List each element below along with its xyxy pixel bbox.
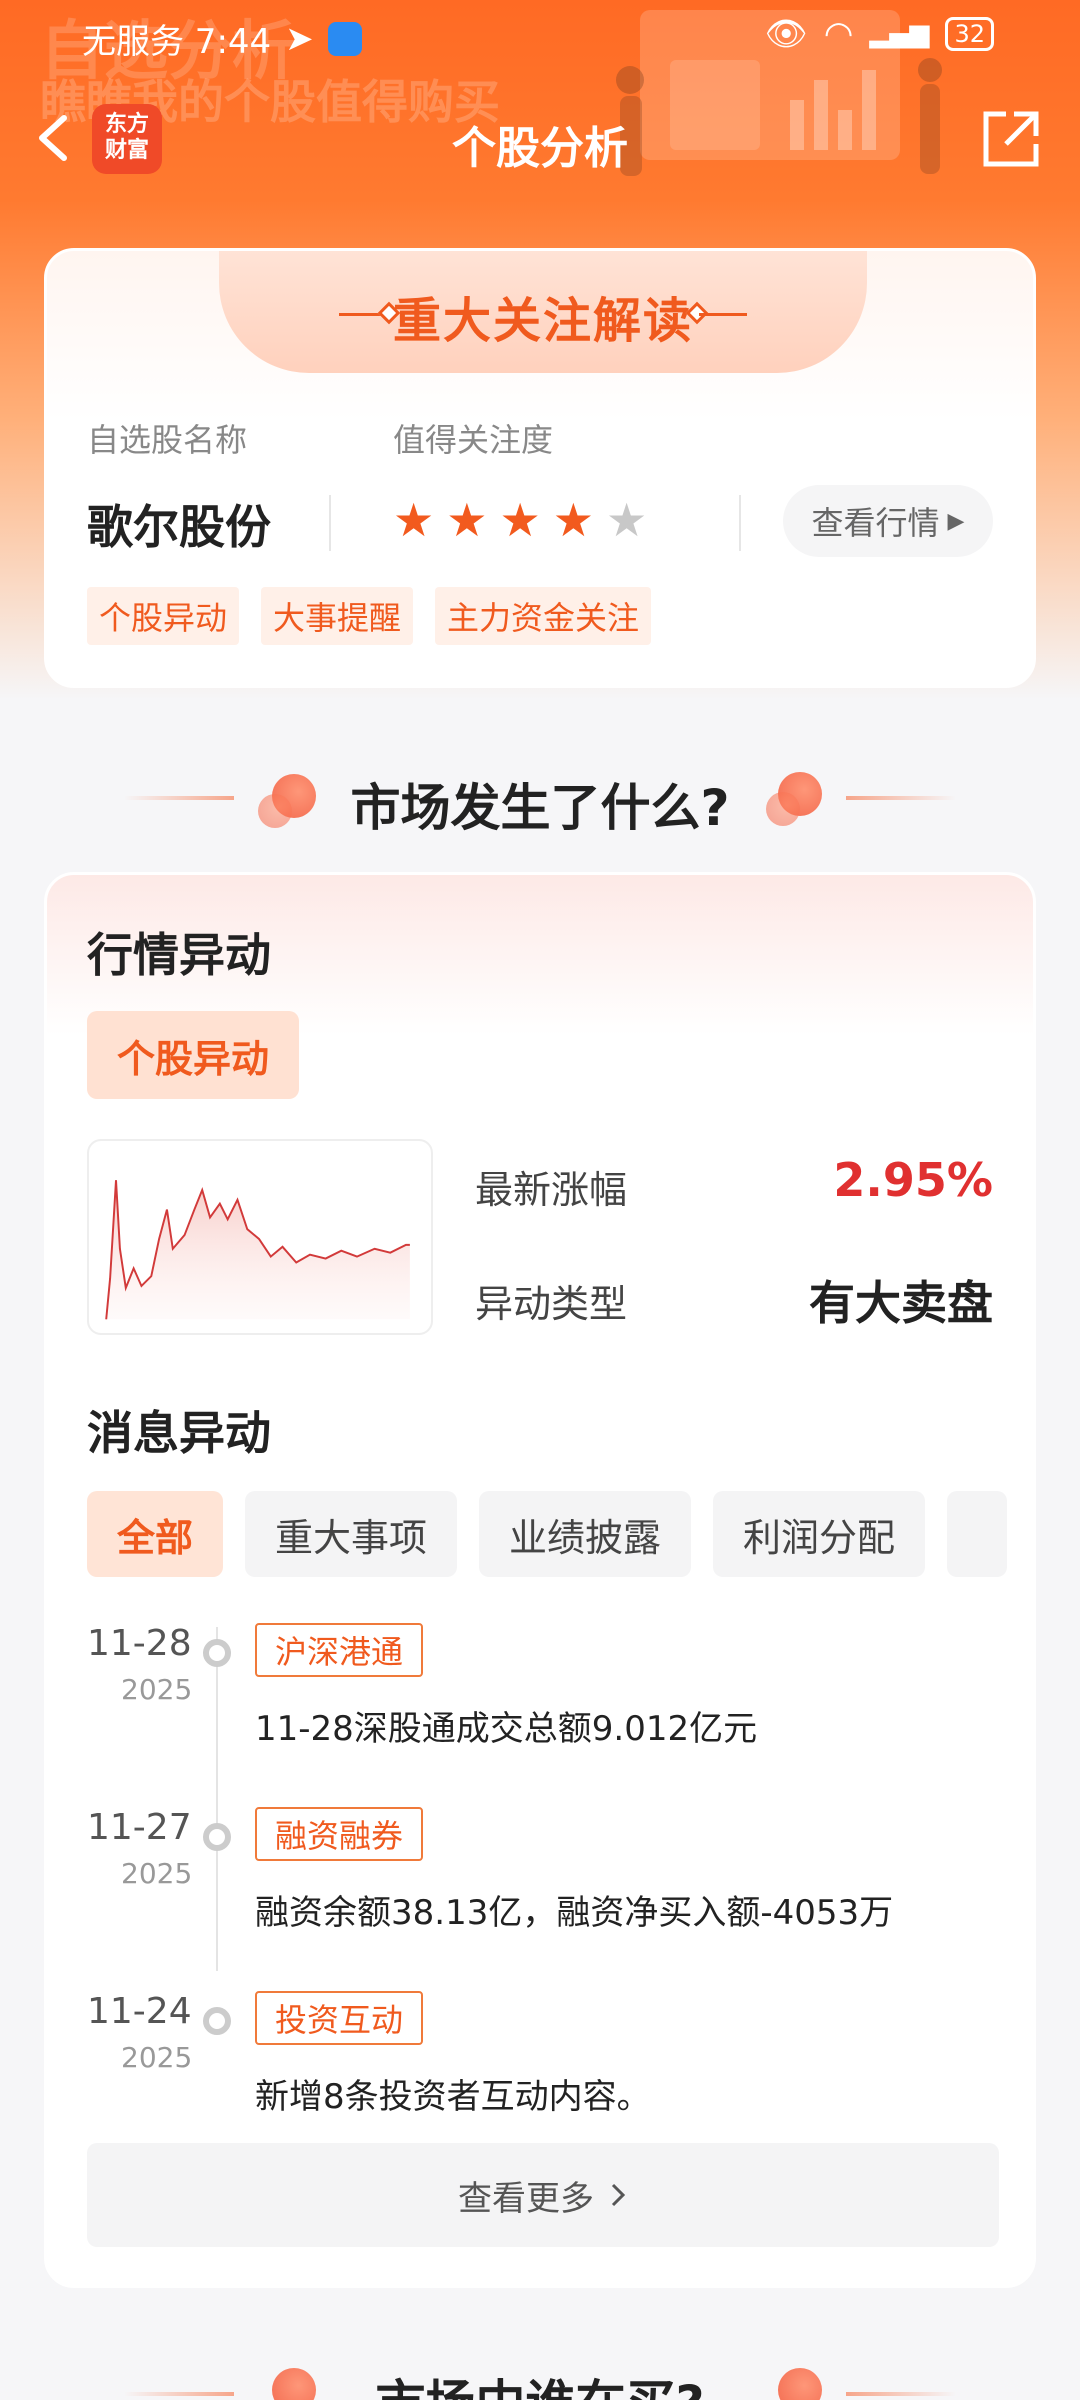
view-quote-label: 查看行情 <box>811 504 940 542</box>
news-year: 2025 <box>121 1673 193 1706</box>
news-year: 2025 <box>121 1857 193 1890</box>
news-text: 11-28深股通成交总额9.012亿元 <box>255 1709 758 1749</box>
attention-label: 值得关注度 <box>393 421 554 459</box>
stock-name: 歌尔股份 <box>87 500 271 554</box>
deco-line <box>846 2392 956 2396</box>
timeline-dot <box>203 2007 231 2035</box>
news-date: 11-27 <box>87 1807 192 1848</box>
view-quote-button[interactable]: 查看行情 ▶ <box>783 485 993 557</box>
stock-name-label: 自选股名称 <box>87 421 248 459</box>
anomaly-type-value: 有大卖盘 <box>809 1276 993 1330</box>
deco-ball <box>766 792 800 826</box>
tag-stock-anomaly[interactable]: 个股异动 <box>87 587 240 645</box>
filter-earnings[interactable]: 业绩披露 <box>479 1491 692 1577</box>
filter-dividends[interactable]: 利润分配 <box>713 1491 926 1577</box>
anomaly-type-label: 异动类型 <box>475 1282 628 1326</box>
news-tag: 融资融券 <box>255 1807 424 1861</box>
view-more-label: 查看更多 <box>458 2178 594 2219</box>
news-filter-tabs: 全部 重大事项 业绩披露 利润分配 <box>87 1491 1033 1577</box>
filter-major-events[interactable]: 重大事项 <box>245 1491 458 1577</box>
deco-line <box>699 313 747 316</box>
focus-card: 重大关注解读 自选股名称 值得关注度 歌尔股份 ★ ★ ★ ★ ★ 查看行情 ▶ 个股异… <box>44 248 1036 688</box>
share-icon[interactable] <box>976 104 1046 174</box>
focus-card-header: 重大关注解读 <box>219 251 867 373</box>
star-filled-icon: ★ <box>446 493 488 547</box>
wifi-icon: ◠ <box>823 14 854 54</box>
timeline-dot <box>203 1823 231 1851</box>
news-date: 11-28 <box>87 1623 192 1664</box>
caret-right-icon: ▶ <box>947 508 965 534</box>
tag-event-reminder[interactable]: 大事提醒 <box>261 587 414 645</box>
chevron-right-icon <box>611 2183 626 2207</box>
attention-rating: ★ ★ ★ ★ ★ <box>393 497 647 543</box>
news-item[interactable]: 11-28 2025 沪深港通 11-28深股通成交总额9.012亿元 <box>87 1623 997 1803</box>
star-filled-icon: ★ <box>552 493 594 547</box>
focus-tags: 个股异动 大事提醒 主力资金关注 <box>87 587 652 645</box>
status-time: 无服务 7:44 <box>82 22 272 62</box>
weather-app-icon <box>327 21 362 56</box>
filter-more[interactable] <box>947 1491 1008 1577</box>
news-item[interactable]: 11-27 2025 融资融券 融资余额38.13亿，融资净买入额-4053万 <box>87 1807 997 1987</box>
view-more-button[interactable]: 查看更多 <box>87 2143 999 2247</box>
market-card: 行情异动 个股异动 最新涨幅 2.95% 异动类型 有大卖盘 消息异动 全部 重… <box>44 872 1036 2288</box>
star-filled-icon: ★ <box>499 493 541 547</box>
news-anomaly-heading: 消息异动 <box>87 1406 271 1460</box>
star-filled-icon: ★ <box>393 493 435 547</box>
star-empty-icon: ★ <box>606 493 648 547</box>
news-tag: 投资互动 <box>255 1991 424 2045</box>
send-icon: ➤ <box>285 18 314 59</box>
stock-anomaly-chip[interactable]: 个股异动 <box>87 1011 300 1099</box>
market-section-title: 市场发生了什么? <box>350 779 730 837</box>
divider <box>739 495 741 551</box>
eye-icon: 👁 <box>764 14 808 54</box>
divider <box>329 495 331 551</box>
latest-change-label: 最新涨幅 <box>475 1168 628 1212</box>
timeline-dot <box>203 1639 231 1667</box>
tag-main-funds[interactable]: 主力资金关注 <box>435 587 652 645</box>
news-text: 融资余额38.13亿，融资净买入额-4053万 <box>255 1893 894 1933</box>
news-year: 2025 <box>121 2041 193 2074</box>
deco-line <box>846 796 956 800</box>
latest-change-value: 2.95% <box>833 1153 993 1207</box>
intraday-mini-chart[interactable] <box>87 1139 433 1335</box>
focus-card-title: 重大关注解读 <box>392 293 693 349</box>
filter-all[interactable]: 全部 <box>87 1491 224 1577</box>
signal-icon: ▂▄▆ <box>869 19 930 49</box>
news-tag: 沪深港通 <box>255 1623 424 1677</box>
news-date: 11-24 <box>87 1991 192 2032</box>
page-title: 个股分析 <box>452 123 628 174</box>
nav-bar: 东方 财富 个股分析 <box>0 90 1080 190</box>
status-bar: 无服务 7:44 ➤ 👁 ◠ ▂▄▆ 32 <box>0 0 1080 72</box>
news-text: 新增8条投资者互动内容。 <box>255 2077 651 2117</box>
quote-anomaly-heading: 行情异动 <box>87 928 271 982</box>
battery-indicator: 32 <box>945 17 994 51</box>
